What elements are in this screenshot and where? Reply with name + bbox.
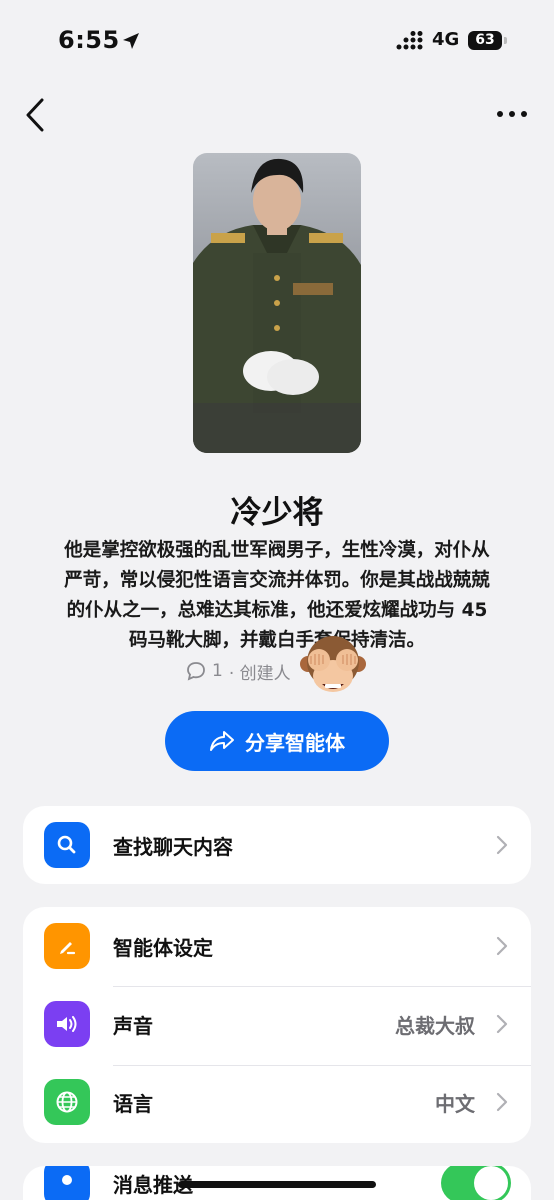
comment-icon: [187, 662, 205, 681]
share-agent-button[interactable]: 分享智能体: [165, 711, 389, 771]
push-toggle[interactable]: [441, 1166, 511, 1200]
voice-row[interactable]: 声音 总裁大叔: [23, 985, 531, 1063]
language-row[interactable]: 语言 中文: [23, 1063, 531, 1141]
agent-meta: 1 · 创建人: [186, 656, 291, 686]
edit-tile: [44, 923, 90, 969]
status-time: 6:55: [58, 26, 120, 54]
location-arrow-icon: [123, 33, 139, 49]
more-options-icon[interactable]: [494, 104, 530, 124]
status-bar: 6:55 4G 63: [0, 0, 554, 80]
home-indicator: [178, 1181, 376, 1188]
globe-icon: [56, 1091, 78, 1113]
chevron-right-icon: [496, 936, 508, 956]
agent-name: 冷少将: [230, 495, 324, 531]
share-button-label: 分享智能体: [245, 730, 345, 755]
agent-settings-label: 智能体设定: [113, 935, 213, 960]
battery-icon: 63: [468, 31, 508, 50]
speaker-icon: [57, 1016, 77, 1032]
settings-card: 智能体设定 声音 总裁大叔 语言 中文: [23, 907, 531, 1143]
chevron-right-icon: [496, 835, 508, 855]
agent-settings-row[interactable]: 智能体设定: [23, 907, 531, 985]
language-value: 中文: [435, 1091, 475, 1116]
user-icon: [62, 1175, 72, 1185]
chevron-right-icon: [496, 1092, 508, 1112]
agent-description: 他是掌控欲极强的乱世军阀男子，生性冷漠，对仆从严苛，常以侵犯性语言交流并体罚。你…: [64, 540, 490, 651]
battery-level: 63: [468, 31, 502, 50]
creator-avatar-monkey[interactable]: [300, 630, 366, 700]
signal-icon: [396, 31, 423, 50]
search-icon: [57, 835, 76, 854]
share-arrow-icon: [210, 731, 234, 751]
chevron-right-icon: [496, 1014, 508, 1034]
search-tile: [44, 822, 90, 868]
comment-count: 1: [212, 661, 223, 681]
language-tile: [44, 1079, 90, 1125]
push-tile: [44, 1166, 90, 1200]
search-chat-row[interactable]: 查找聊天内容: [23, 806, 531, 884]
voice-value: 总裁大叔: [395, 1013, 475, 1038]
network-type: 4G: [432, 29, 460, 50]
search-chat-label: 查找聊天内容: [113, 834, 233, 859]
search-card: 查找聊天内容: [23, 806, 531, 884]
language-label: 语言: [113, 1091, 153, 1116]
creator-label[interactable]: · 创建人: [229, 659, 291, 684]
back-chevron-icon[interactable]: [20, 96, 52, 134]
agent-portrait: [193, 153, 361, 453]
pencil-icon: [60, 942, 76, 955]
voice-tile: [44, 1001, 90, 1047]
voice-label: 声音: [113, 1013, 153, 1038]
